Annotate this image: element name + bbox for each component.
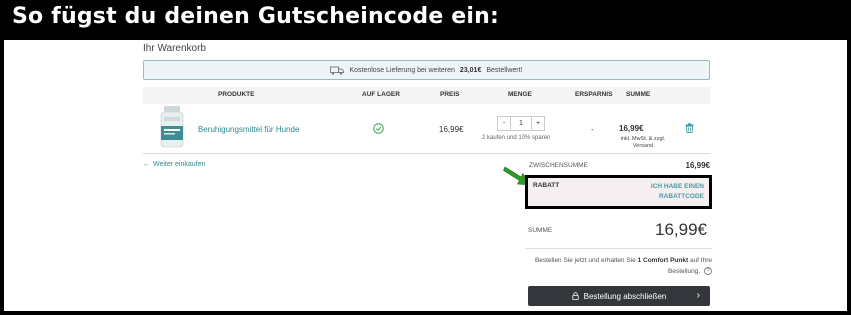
header-summe: SUMME bbox=[626, 91, 651, 98]
checkout-button[interactable]: Bestellung abschließen › bbox=[528, 286, 710, 306]
row-sum-tax-note: inkl. MwSt. & zzgl. Versand bbox=[620, 136, 666, 149]
table-row: Beruhigungsmittel für Hunde 16,99€ - 1 +… bbox=[143, 104, 710, 154]
shipping-banner-suffix: Bestellwert! bbox=[486, 66, 523, 74]
row-savings: - bbox=[591, 125, 594, 134]
lock-icon bbox=[572, 292, 579, 300]
cart-page: Ihr Warenkorb Kostenlose Lieferung bei w… bbox=[4, 40, 847, 311]
continue-shopping-label: Weiter einkaufen bbox=[153, 161, 206, 168]
unit-price: 16,99€ bbox=[439, 125, 464, 134]
header-produkte: PRODUKTE bbox=[218, 91, 255, 98]
discount-label: RABATT bbox=[533, 182, 560, 189]
quantity-decrease-button[interactable]: - bbox=[498, 117, 510, 130]
truck-icon bbox=[330, 66, 345, 75]
quantity-increase-button[interactable]: + bbox=[532, 117, 544, 130]
discount-code-box: RABATT ICH HABE EINEN RABATTCODE bbox=[525, 175, 712, 209]
total-value: 16,99€ bbox=[655, 220, 707, 239]
quantity-input[interactable]: 1 bbox=[510, 117, 532, 130]
chevron-right-icon: › bbox=[696, 290, 700, 301]
trash-icon[interactable] bbox=[685, 123, 694, 133]
header-ersparnis: ERSPARNIS bbox=[575, 91, 613, 98]
header-auf-lager: AUF LAGER bbox=[362, 91, 400, 98]
checkout-button-label: Bestellung abschließen bbox=[583, 291, 667, 301]
arrow-left-icon: ← bbox=[143, 161, 150, 168]
page-title: Ihr Warenkorb bbox=[143, 43, 206, 54]
product-image[interactable] bbox=[158, 106, 186, 148]
shipping-banner-prefix: Kostenlose Lieferung bei weiteren bbox=[349, 66, 455, 74]
row-sum: 16,99€ bbox=[619, 124, 644, 133]
subtotal-value: 16,99€ bbox=[685, 161, 710, 170]
quantity-stepper: - 1 + bbox=[497, 116, 545, 131]
tutorial-headline: So fügst du deinen Gutscheincode ein: bbox=[12, 4, 500, 29]
loyalty-points-note: Bestellen Sie jetzt und erhalten Sie 1 C… bbox=[525, 255, 712, 277]
info-icon[interactable]: ? bbox=[704, 267, 712, 276]
total-label: SUMME bbox=[528, 227, 553, 234]
header-preis: PREIS bbox=[440, 91, 460, 98]
subtotal-label: ZWISCHENSUMME bbox=[529, 162, 588, 169]
header-menge: MENGE bbox=[508, 91, 532, 98]
in-stock-check-icon bbox=[373, 123, 384, 134]
quantity-discount-hint: 2 kaufen und 10% sparen bbox=[482, 135, 551, 141]
points-amount: 1 Comfort Punkt bbox=[637, 257, 689, 264]
continue-shopping-link[interactable]: ← Weiter einkaufen bbox=[143, 161, 205, 168]
points-prefix: Bestellen Sie jetzt und erhalten Sie bbox=[534, 257, 636, 264]
product-name-link[interactable]: Beruhigungsmittel für Hunde bbox=[198, 125, 299, 134]
shipping-banner-amount: 23,01€ bbox=[459, 66, 482, 74]
cart-table-header: PRODUKTE AUF LAGER PREIS MENGE ERSPARNIS… bbox=[143, 87, 710, 104]
summary-divider bbox=[525, 248, 712, 249]
enter-discount-code-link[interactable]: ICH HABE EINEN RABATTCODE bbox=[614, 182, 704, 202]
free-shipping-banner: Kostenlose Lieferung bei weiteren 23,01€… bbox=[143, 60, 710, 80]
